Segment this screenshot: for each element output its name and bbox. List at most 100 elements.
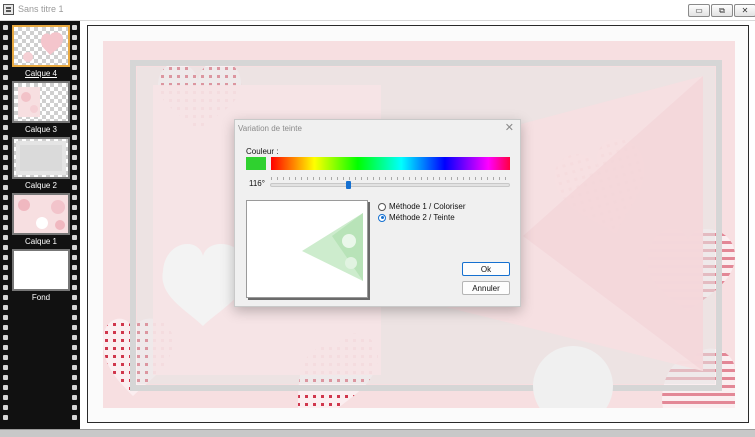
film-perforation [72,335,77,340]
film-perforation [72,295,77,300]
film-perforation [3,95,8,100]
hue-slider-handle[interactable] [346,181,351,189]
layer-thumbnail[interactable] [12,137,70,179]
layer-thumbnail[interactable] [12,249,70,291]
film-perforation [72,45,77,50]
method-2-option[interactable]: Méthode 2 / Teinte [378,213,455,222]
film-perforation [72,155,77,160]
film-perforation [72,75,77,80]
hue-slider-track[interactable] [270,183,510,187]
layer-thumbnail[interactable] [12,25,70,67]
film-perforation [3,255,8,260]
film-perforation [3,325,8,330]
film-perforation [3,25,8,30]
film-perforation [3,195,8,200]
layer-item-calque-4[interactable]: Calque 4 [12,25,70,78]
film-perforation [72,115,77,120]
film-perforation [72,55,77,60]
film-perforation [72,185,77,190]
layer-label: Calque 4 [24,69,58,78]
method-2-radio[interactable] [378,213,386,222]
close-window-button[interactable]: ✕ [734,4,755,17]
dialog-close-icon[interactable]: ✕ [505,121,514,134]
film-perforation [72,365,77,370]
film-perforation [72,65,77,70]
film-perforation [3,365,8,370]
cancel-button[interactable]: Annuler [462,281,510,295]
window-title-bar: Sans titre 1 ▭ ⧉ ✕ [0,0,755,21]
film-perforation [3,315,8,320]
film-perforation [72,415,77,420]
layer-label: Calque 1 [24,237,58,246]
film-perforation [3,175,8,180]
film-perforation [3,385,8,390]
film-perforation [72,235,77,240]
film-perforation [72,25,77,30]
color-swatch [246,157,266,170]
film-perforation [72,195,77,200]
minimize-button[interactable]: ▭ [688,4,710,17]
method-1-option[interactable]: Méthode 1 / Coloriser [378,202,465,211]
film-perforation [3,155,8,160]
maximize-icon: ⧉ [719,5,725,15]
close-icon: ✕ [741,6,749,15]
film-perforation [3,185,8,190]
hue-spectrum-bar[interactable] [271,157,510,170]
film-perforation [3,105,8,110]
film-perforation [3,145,8,150]
film-perforation [72,105,77,110]
layer-label: Calque 2 [24,181,58,190]
ok-button[interactable]: Ok [462,262,510,276]
film-perforation [72,265,77,270]
film-perforation [3,245,8,250]
film-perforation [3,45,8,50]
film-perforation [72,285,77,290]
layer-item-calque-2[interactable]: Calque 2 [12,137,70,190]
preview-box [246,200,368,298]
film-perforation [3,335,8,340]
film-perforation [72,35,77,40]
layer-label: Calque 3 [24,125,58,134]
film-perforation [3,225,8,230]
layer-thumbnail[interactable] [12,81,70,123]
film-perforation [72,245,77,250]
film-perforation [3,295,8,300]
film-perforation [72,125,77,130]
layer-label: Fond [31,293,51,302]
film-perforation [72,255,77,260]
dialog-title: Variation de teinte [238,124,302,133]
film-perforation [72,205,77,210]
method-1-radio[interactable] [378,202,386,211]
film-perforation [72,405,77,410]
film-perforation [3,125,8,130]
film-perforation [3,275,8,280]
film-perforation [72,85,77,90]
film-perforation [3,165,8,170]
color-label: Couleur : [246,147,279,156]
film-perforation [72,325,77,330]
minimize-icon: ▭ [695,6,703,15]
film-perforation [3,405,8,410]
film-perforation [3,345,8,350]
layer-item-calque-3[interactable]: Calque 3 [12,81,70,134]
film-perforation [72,345,77,350]
film-perforation [3,205,8,210]
slider-ticks [271,177,509,180]
film-perforation [72,145,77,150]
method-2-label: Méthode 2 / Teinte [389,213,455,222]
hue-value-label: 116° [249,179,265,188]
film-perforation [72,165,77,170]
film-perforation [3,75,8,80]
layer-item-fond[interactable]: Fond [12,249,70,302]
film-perforation [3,135,8,140]
film-perforation [72,95,77,100]
film-perforation [3,85,8,90]
film-perforation [3,215,8,220]
film-perforation [3,65,8,70]
film-perforation [3,235,8,240]
maximize-button[interactable]: ⧉ [711,4,733,17]
layer-thumbnail[interactable] [12,193,70,235]
film-perforation [3,265,8,270]
layer-item-calque-1[interactable]: Calque 1 [12,193,70,246]
film-perforation [3,285,8,290]
